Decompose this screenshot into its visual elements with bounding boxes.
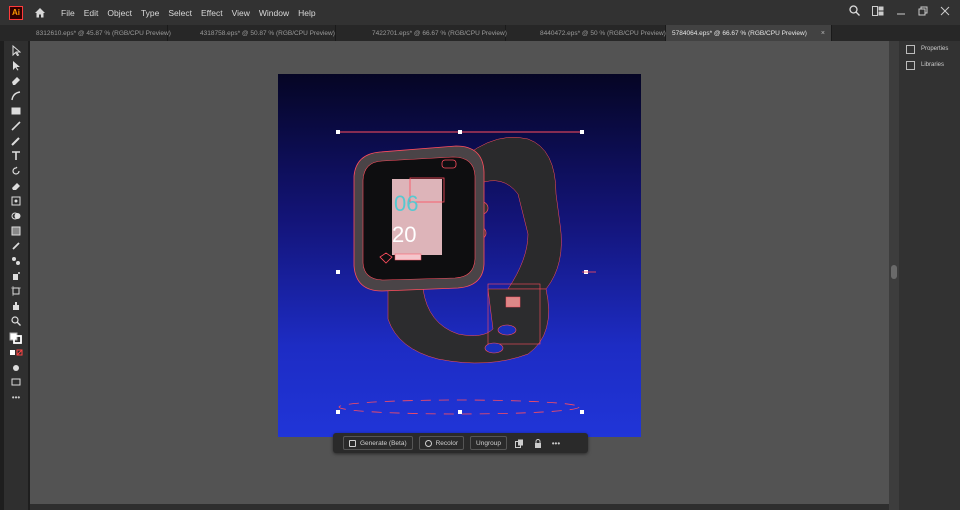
menubar-right-controls [849,5,950,16]
tab-label: 4318758.eps* @ 50.87 % (RGB/CPU Preview) [200,29,335,37]
zoom-tool-icon[interactable] [4,313,28,328]
tab-label: 5784064.eps* @ 66.67 % (RGB/CPU Preview) [672,29,807,37]
lock-icon[interactable] [533,438,543,448]
tab-close-icon[interactable]: × [821,30,825,37]
shape-builder-tool-icon[interactable] [4,208,28,223]
app-logo: Ai [9,5,23,20]
document-tab[interactable]: 8312610.eps* @ 45.87 % (RGB/CPU Preview) [0,25,171,41]
direct-selection-tool-icon[interactable] [4,58,28,73]
contextual-task-bar: Generate (Beta) Recolor Ungroup ••• [333,433,588,453]
menu-object[interactable]: Object [107,8,132,18]
right-panel-dock: Properties Libraries [899,41,960,510]
type-tool-icon[interactable] [4,148,28,163]
strap-hole [497,324,517,336]
status-bar [30,504,889,510]
menu-help[interactable]: Help [298,8,315,18]
document-tabs: 8312610.eps* @ 45.87 % (RGB/CPU Preview)… [0,25,960,41]
minimize-icon[interactable] [896,6,906,16]
search-icon[interactable] [849,5,860,16]
screen-ui-bar [394,253,422,261]
menu-select[interactable]: Select [168,8,192,18]
close-window-icon[interactable] [940,6,950,16]
document-tab[interactable]: 8440472.eps* @ 50 % (RGB/CPU Preview) [506,25,666,41]
strap-hole [484,342,504,354]
rectangle-tool-icon[interactable] [4,103,28,118]
libraries-panel-button[interactable]: Libraries [906,57,960,73]
curvature-tool-icon[interactable] [4,88,28,103]
bounding-box-handle [580,130,584,134]
hand-tool-icon[interactable] [4,298,28,313]
fill-stroke-swatches-icon[interactable] [4,330,28,345]
eraser-tool-icon[interactable] [4,178,28,193]
rotate-tool-icon[interactable] [4,163,28,178]
tab-label: 7422701.eps* @ 66.67 % (RGB/CPU Preview) [372,29,507,37]
libraries-icon [906,60,915,70]
menu-view[interactable]: View [232,8,250,18]
menu-effect[interactable]: Effect [201,8,223,18]
ungroup-label: Ungroup [476,439,501,447]
bounding-box-handle [458,130,462,134]
generate-label: Generate (Beta) [360,439,407,447]
bounding-box-handle [458,410,462,414]
free-transform-tool-icon[interactable] [4,193,28,208]
recolor-icon [424,439,432,447]
tools-panel: ••• [4,41,28,510]
document-tab[interactable]: 7422701.eps* @ 66.67 % (RGB/CPU Preview) [336,25,507,41]
bounding-box-handle [336,410,340,414]
tab-label: 8312610.eps* @ 45.87 % (RGB/CPU Preview) [36,29,171,37]
pencil-tool-icon[interactable] [4,133,28,148]
watch-strap-bottom [387,283,549,364]
pen-tool-icon[interactable] [4,73,28,88]
menu-items: File Edit Object Type Select Effect View… [61,8,325,18]
menu-window[interactable]: Window [259,8,289,18]
swap-fill-stroke-icon[interactable] [4,345,28,360]
gradient-tool-icon[interactable] [4,223,28,238]
smartwatch-illustration[interactable]: 06 20 [278,74,641,437]
bounding-box-handle [580,410,584,414]
menu-edit[interactable]: Edit [84,8,99,18]
scrollbar-thumb[interactable] [891,265,897,279]
screen-mode-icon[interactable] [4,375,28,390]
draw-mode-icon[interactable] [4,360,28,375]
document-tab-active[interactable]: 5784064.eps* @ 66.67 % (RGB/CPU Preview)… [666,25,832,41]
generate-icon [349,439,356,447]
paintbrush-tool-icon[interactable] [4,118,28,133]
strap-buckle [505,296,521,308]
blend-tool-icon[interactable] [4,253,28,268]
duplicate-icon[interactable] [515,438,525,448]
home-icon[interactable] [33,6,47,20]
artboard[interactable]: 06 20 [278,74,641,437]
eyedropper-tool-icon[interactable] [4,238,28,253]
restore-icon[interactable] [918,6,928,16]
document-tab[interactable]: 4318758.eps* @ 50.87 % (RGB/CPU Preview) [168,25,336,41]
properties-label: Properties [921,46,949,52]
arrange-documents-icon[interactable] [872,5,884,16]
edit-toolbar-icon[interactable]: ••• [4,390,28,405]
selection-tool-icon[interactable] [4,43,28,58]
recolor-button[interactable]: Recolor [418,436,465,450]
properties-panel-button[interactable]: Properties [906,41,960,57]
artboard-tool-icon[interactable] [4,283,28,298]
more-options-icon[interactable]: ••• [551,438,561,448]
watch-hour: 06 [394,191,418,216]
symbol-sprayer-tool-icon[interactable] [4,268,28,283]
menu-type[interactable]: Type [141,8,159,18]
properties-icon [906,44,915,54]
generate-button[interactable]: Generate (Beta) [343,436,413,450]
menu-file[interactable]: File [61,8,75,18]
libraries-label: Libraries [921,62,945,68]
menu-bar: Ai File Edit Object Type Select Effect V… [0,0,960,25]
tab-label: 8440472.eps* @ 50 % (RGB/CPU Preview) [540,29,666,37]
bounding-box-handle [336,130,340,134]
watch-minute: 20 [392,222,416,247]
ungroup-button[interactable]: Ungroup [470,436,507,450]
recolor-label: Recolor [435,439,459,447]
bounding-box-handle [336,270,340,274]
